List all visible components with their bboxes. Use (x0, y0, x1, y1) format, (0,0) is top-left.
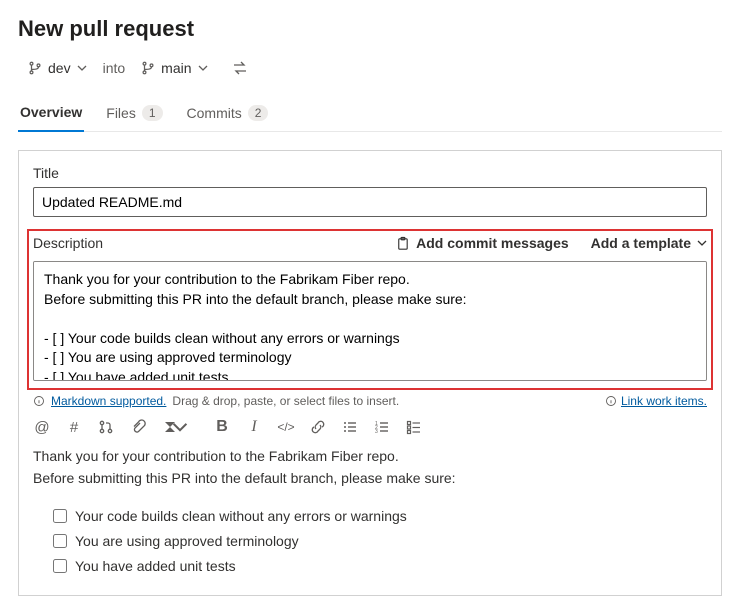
add-template-label: Add a template (591, 235, 691, 251)
task-item: You are using approved terminology (53, 531, 707, 551)
description-preview: Thank you for your contribution to the F… (33, 446, 707, 591)
commits-count-badge: 2 (248, 105, 269, 121)
page-title: New pull request (18, 16, 722, 42)
chevron-down-icon (198, 63, 208, 73)
editor-toolbar: @ # B I </> 123 (33, 414, 707, 446)
chevron-down-icon (172, 419, 188, 435)
target-branch-label: main (161, 60, 191, 76)
code-button[interactable]: </> (277, 418, 295, 436)
add-commit-messages-label: Add commit messages (416, 235, 569, 251)
paperclip-icon (130, 419, 146, 435)
clipboard-icon (395, 236, 410, 251)
add-template-button[interactable]: Add a template (591, 235, 707, 251)
link-button[interactable] (309, 418, 327, 436)
hash-button[interactable]: # (65, 418, 83, 436)
files-count-badge: 1 (142, 105, 163, 121)
source-branch-label: dev (48, 60, 71, 76)
info-icon (33, 395, 45, 407)
branch-icon (28, 61, 42, 75)
info-icon (605, 395, 617, 407)
description-label: Description (33, 235, 103, 251)
branch-icon (141, 61, 155, 75)
tab-commits[interactable]: Commits 2 (185, 98, 271, 131)
tab-files-label: Files (106, 105, 136, 121)
bold-button[interactable]: B (213, 418, 231, 436)
pr-form: Title Description Add commit messages Ad… (18, 150, 722, 596)
heading-button[interactable] (161, 418, 179, 436)
attach-button[interactable] (129, 418, 147, 436)
task-label: You are using approved terminology (75, 531, 299, 551)
into-label: into (97, 60, 132, 76)
tabs: Overview Files 1 Commits 2 (18, 98, 722, 132)
italic-button[interactable]: I (245, 418, 263, 436)
tab-files[interactable]: Files 1 (104, 98, 164, 131)
italic-icon: I (251, 418, 256, 436)
description-textarea[interactable] (33, 261, 707, 381)
tab-commits-label: Commits (187, 105, 242, 121)
tab-overview-label: Overview (20, 104, 82, 120)
numbered-list-icon: 123 (374, 419, 390, 435)
title-label: Title (33, 165, 707, 181)
task-checkbox[interactable] (53, 559, 67, 573)
add-commit-messages-button[interactable]: Add commit messages (395, 235, 569, 251)
source-branch-picker[interactable]: dev (24, 58, 91, 78)
hash-icon: # (70, 419, 78, 436)
pull-request-icon (98, 419, 114, 435)
preview-line: Thank you for your contribution to the F… (33, 446, 707, 466)
swap-branches-button[interactable] (228, 56, 252, 80)
task-list-icon (406, 419, 422, 435)
pr-ref-button[interactable] (97, 418, 115, 436)
task-label: Your code builds clean without any error… (75, 506, 407, 526)
target-branch-picker[interactable]: main (137, 58, 211, 78)
mention-button[interactable]: @ (33, 418, 51, 436)
link-work-items-link[interactable]: Link work items. (621, 394, 707, 408)
svg-text:3: 3 (375, 429, 378, 435)
chevron-down-icon (697, 238, 707, 248)
description-highlight: Description Add commit messages Add a te… (27, 229, 713, 390)
link-icon (310, 419, 326, 435)
task-label: You have added unit tests (75, 556, 236, 576)
branch-selector-row: dev into main (18, 56, 722, 80)
preview-line: Before submitting this PR into the defau… (33, 468, 707, 488)
task-checkbox[interactable] (53, 534, 67, 548)
swap-icon (232, 60, 248, 76)
task-list-button[interactable] (405, 418, 423, 436)
task-item: Your code builds clean without any error… (53, 506, 707, 526)
bullet-list-button[interactable] (341, 418, 359, 436)
markdown-supported-link[interactable]: Markdown supported. (51, 394, 166, 408)
drag-drop-hint: Drag & drop, paste, or select files to i… (172, 394, 399, 408)
code-icon: </> (277, 420, 294, 434)
helper-row: Markdown supported. Drag & drop, paste, … (33, 394, 707, 408)
task-item: You have added unit tests (53, 556, 707, 576)
chevron-down-icon (77, 63, 87, 73)
numbered-list-button[interactable]: 123 (373, 418, 391, 436)
tab-overview[interactable]: Overview (18, 98, 84, 132)
at-icon: @ (34, 419, 49, 436)
task-checkbox[interactable] (53, 509, 67, 523)
bold-icon: B (216, 418, 228, 436)
bullet-list-icon (342, 419, 358, 435)
title-input[interactable] (33, 187, 707, 217)
